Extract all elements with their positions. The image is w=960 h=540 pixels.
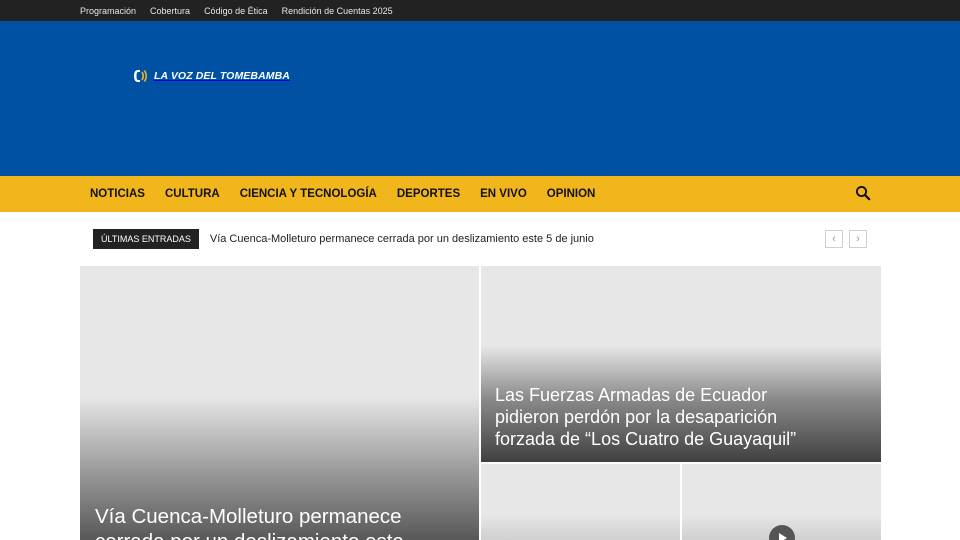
top-link-rendicion-cuentas[interactable]: Rendición de Cuentas 2025 (282, 6, 393, 16)
top-bar: Programación Cobertura Código de Ética R… (0, 0, 960, 21)
featured-second-title: Las Fuerzas Armadas de Ecuador pidieron … (495, 385, 797, 449)
news-ticker: ÚLTIMAS ENTRADAS Vía Cuenca-Molleturo pe… (93, 229, 594, 249)
nav-item-opinion[interactable]: OPINION (537, 188, 606, 200)
site-header: LA VOZ DEL TOMEBAMBA (0, 21, 960, 176)
featured-main-article[interactable]: Vía Cuenca-Molleturo permanece cerrada p… (80, 266, 479, 540)
site-logo[interactable]: LA VOZ DEL TOMEBAMBA (131, 68, 290, 84)
nav-menu: NOTICIAS CULTURA CIENCIA Y TECNOLOGÍA DE… (80, 176, 605, 212)
top-links: Programación Cobertura Código de Ética R… (80, 0, 407, 21)
ticker-label: ÚLTIMAS ENTRADAS (93, 229, 199, 249)
chevron-left-icon: ‹ (832, 233, 836, 245)
nav-item-noticias[interactable]: NOTICIAS (80, 188, 155, 200)
search-button[interactable] (855, 185, 871, 201)
featured-fourth-article[interactable] (682, 464, 881, 540)
featured-third-article[interactable] (481, 464, 680, 540)
ticker-prev-button[interactable]: ‹ (825, 230, 843, 248)
top-link-codigo-etica[interactable]: Código de Ética (204, 6, 268, 16)
ticker-headline[interactable]: Vía Cuenca-Molleturo permanece cerrada p… (210, 233, 594, 245)
nav-item-cultura[interactable]: CULTURA (155, 188, 230, 200)
top-link-cobertura[interactable]: Cobertura (150, 6, 190, 16)
radio-wave-logo-icon (134, 70, 148, 82)
featured-main-title: Vía Cuenca-Molleturo permanece cerrada p… (95, 505, 404, 540)
chevron-right-icon: › (856, 233, 860, 245)
image-overlay (481, 514, 680, 540)
play-icon (779, 533, 787, 540)
logo-text: LA VOZ DEL TOMEBAMBA (154, 70, 290, 82)
main-nav: NOTICIAS CULTURA CIENCIA Y TECNOLOGÍA DE… (0, 176, 960, 212)
featured-second-article[interactable]: Las Fuerzas Armadas de Ecuador pidieron … (481, 266, 881, 462)
nav-item-deportes[interactable]: DEPORTES (387, 188, 470, 200)
top-link-programacion[interactable]: Programación (80, 6, 136, 16)
search-icon (855, 185, 871, 201)
nav-item-en-vivo[interactable]: EN VIVO (470, 188, 537, 200)
nav-item-ciencia-tecnologia[interactable]: CIENCIA Y TECNOLOGÍA (230, 188, 387, 200)
ticker-next-button[interactable]: › (849, 230, 867, 248)
